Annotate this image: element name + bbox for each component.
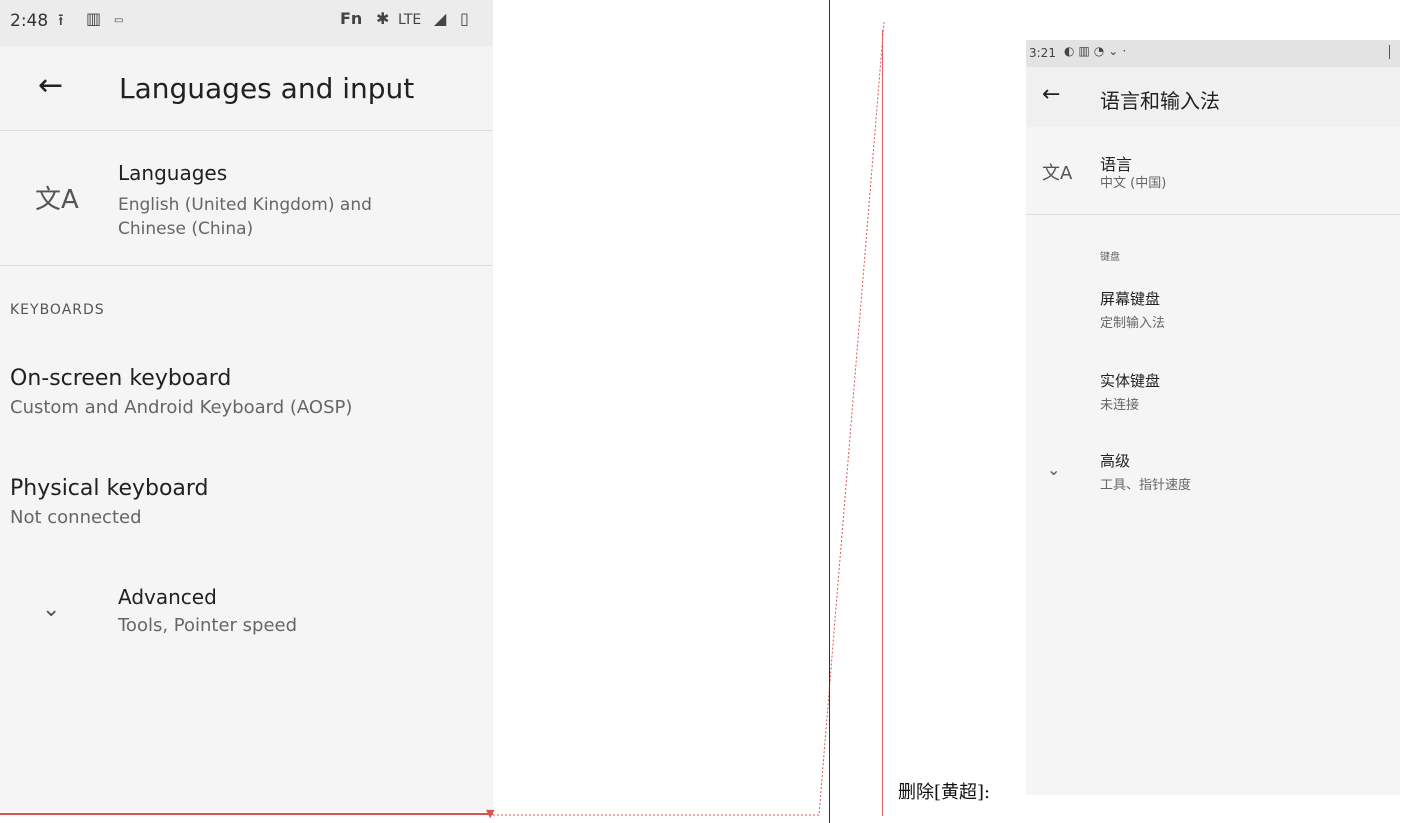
page-title: 语言和输入法 xyxy=(1100,89,1220,113)
status-bar: 3:21 ◐▥◔⌄· xyxy=(1026,40,1400,67)
right-phone-screen: 3:21 ◐▥◔⌄· ← 语言和输入法 文A 语言 中文 (中国) 键盘 屏幕键… xyxy=(1026,40,1400,795)
advanced-item[interactable]: 高级 工具、指针速度 xyxy=(1100,450,1191,493)
status-time: 3:21 xyxy=(1029,46,1056,60)
back-arrow-icon[interactable]: ← xyxy=(1042,82,1060,107)
physical-keyboard-item[interactable]: 实体键盘 未连接 xyxy=(1100,370,1160,413)
status-divider xyxy=(1389,45,1390,59)
chevron-down-icon[interactable]: ⌄ xyxy=(1047,460,1060,479)
physical-keyboard-summary: 未连接 xyxy=(1100,398,1140,413)
advanced-summary: 工具、指针速度 xyxy=(1100,478,1192,493)
comment-bar xyxy=(882,30,883,816)
app-bar: ← 语言和输入法 xyxy=(1026,67,1400,127)
advanced-title: 高级 xyxy=(1100,452,1131,470)
languages-row[interactable]: 文A 语言 中文 (中国) xyxy=(1026,127,1400,215)
keyboards-section-header: 键盘 xyxy=(1100,252,1120,263)
translate-icon: 文A xyxy=(1042,163,1073,184)
physical-keyboard-title: 实体键盘 xyxy=(1100,372,1161,390)
on-screen-keyboard-title: 屏幕键盘 xyxy=(1100,290,1161,308)
on-screen-keyboard-summary: 定制输入法 xyxy=(1100,316,1166,331)
languages-summary: 中文 (中国) xyxy=(1100,176,1167,191)
page-divider xyxy=(829,0,830,823)
comment-label: 删除[黄超]: xyxy=(898,782,991,803)
on-screen-keyboard-item[interactable]: 屏幕键盘 定制输入法 xyxy=(1100,288,1165,331)
notification-icons: ◐▥◔⌄· xyxy=(1064,44,1131,58)
